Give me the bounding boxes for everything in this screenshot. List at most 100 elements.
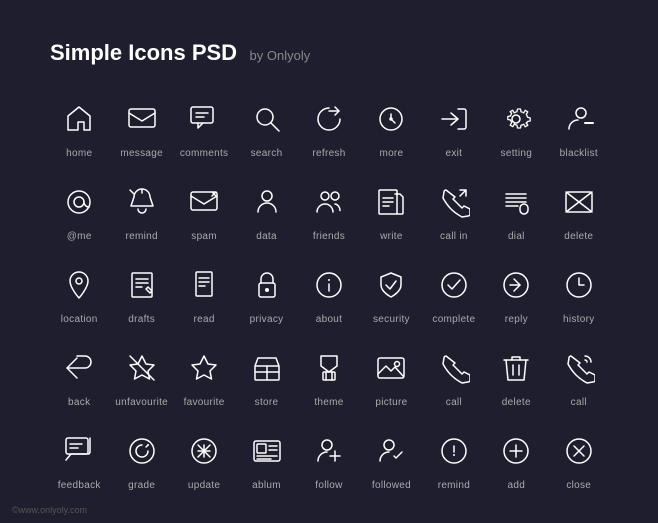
icon-item-security[interactable]: security [362,262,420,325]
icon-item-home[interactable]: home [50,96,108,159]
icon-item-search[interactable]: search [237,96,295,159]
icon-item-delete2[interactable]: delete [487,345,545,408]
message-icon [119,96,165,142]
icon-item-call[interactable]: call [425,345,483,408]
back-label: back [68,397,90,408]
icon-item-comments[interactable]: comments [175,96,233,159]
icon-item-call2[interactable]: call [550,345,608,408]
history-label: history [563,314,595,325]
icon-item-close[interactable]: close [550,428,608,491]
reply-label: reply [505,314,528,325]
icon-item-add[interactable]: add [487,428,545,491]
icon-item-spam[interactable]: spam [175,179,233,242]
icon-item-complete[interactable]: complete [425,262,483,325]
icon-item-theme[interactable]: theme [300,345,358,408]
icon-item-grade[interactable]: grade [112,428,170,491]
search-icon [244,96,290,142]
dial-icon [493,179,539,225]
data-label: data [256,231,277,242]
theme-label: theme [314,397,343,408]
close-label: close [566,480,591,491]
picture-icon [368,345,414,391]
icon-item-callin[interactable]: call in [425,179,483,242]
complete-label: complete [432,314,475,325]
store-icon [244,345,290,391]
icon-item-data[interactable]: data [237,179,295,242]
complete-icon [431,262,477,308]
delete2-icon [493,345,539,391]
security-icon [368,262,414,308]
callin-label: call in [440,231,468,242]
icon-item-more[interactable]: more [362,96,420,159]
atme-label: @me [67,231,92,242]
friends-label: friends [313,231,345,242]
add-icon [493,428,539,474]
icon-item-back[interactable]: back [50,345,108,408]
atme-icon [56,179,102,225]
main-container: Simple Icons PSD by Onlyoly home message… [0,0,658,511]
home-label: home [66,148,92,159]
icon-item-message[interactable]: message [112,96,170,159]
message-label: message [120,148,163,159]
spam-icon [181,179,227,225]
grade-icon [119,428,165,474]
remind-icon [119,179,165,225]
icon-item-follow[interactable]: follow [300,428,358,491]
unfavourite-label: unfavourite [115,397,168,408]
write-icon [368,179,414,225]
read-label: read [193,314,214,325]
icon-item-remind2[interactable]: remind [425,428,483,491]
drafts-icon [119,262,165,308]
icon-item-refresh[interactable]: refresh [300,96,358,159]
icon-item-store[interactable]: store [237,345,295,408]
icon-item-dial[interactable]: dial [487,179,545,242]
add-label: add [508,480,526,491]
icon-item-read[interactable]: read [175,262,233,325]
exit-icon [431,96,477,142]
icon-item-feedback[interactable]: feedback [50,428,108,491]
update-label: update [188,480,220,491]
icon-item-setting[interactable]: setting [487,96,545,159]
icons-grid: home message comments search refresh [50,96,608,491]
icon-item-friends[interactable]: friends [300,179,358,242]
security-label: security [373,314,410,325]
remind-label: remind [125,231,157,242]
location-label: location [61,314,98,325]
refresh-label: refresh [312,148,345,159]
unfavourite-icon [119,345,165,391]
icon-item-ablum[interactable]: ablum [237,428,295,491]
theme-icon [306,345,352,391]
call-label: call [446,397,462,408]
icon-item-exit[interactable]: exit [425,96,483,159]
icon-item-favourite[interactable]: favourite [175,345,233,408]
about-icon [306,262,352,308]
remind2-icon [431,428,477,474]
icon-item-remind[interactable]: remind [112,179,170,242]
icon-item-picture[interactable]: picture [362,345,420,408]
icon-item-privacy[interactable]: privacy [237,262,295,325]
feedback-label: feedback [58,480,101,491]
follow-icon [306,428,352,474]
icon-item-update[interactable]: update [175,428,233,491]
icon-item-atme[interactable]: @me [50,179,108,242]
call2-label: call [571,397,587,408]
icon-item-location[interactable]: location [50,262,108,325]
friends-icon [306,179,352,225]
icon-item-delete[interactable]: delete [550,179,608,242]
followed-label: followed [372,480,411,491]
icon-item-history[interactable]: history [550,262,608,325]
icon-item-drafts[interactable]: drafts [112,262,170,325]
delete2-label: delete [502,397,531,408]
ablum-icon [244,428,290,474]
page-title: Simple Icons PSD [50,40,237,65]
read-icon [181,262,227,308]
location-icon [56,262,102,308]
footer-text: ©www.onlyoly.com [12,505,87,515]
icon-item-write[interactable]: write [362,179,420,242]
icon-item-blacklist[interactable]: blacklist [550,96,608,159]
privacy-label: privacy [250,314,284,325]
icon-item-unfavourite[interactable]: unfavourite [112,345,170,408]
icon-item-reply[interactable]: reply [487,262,545,325]
icon-item-followed[interactable]: followed [362,428,420,491]
icon-item-about[interactable]: about [300,262,358,325]
